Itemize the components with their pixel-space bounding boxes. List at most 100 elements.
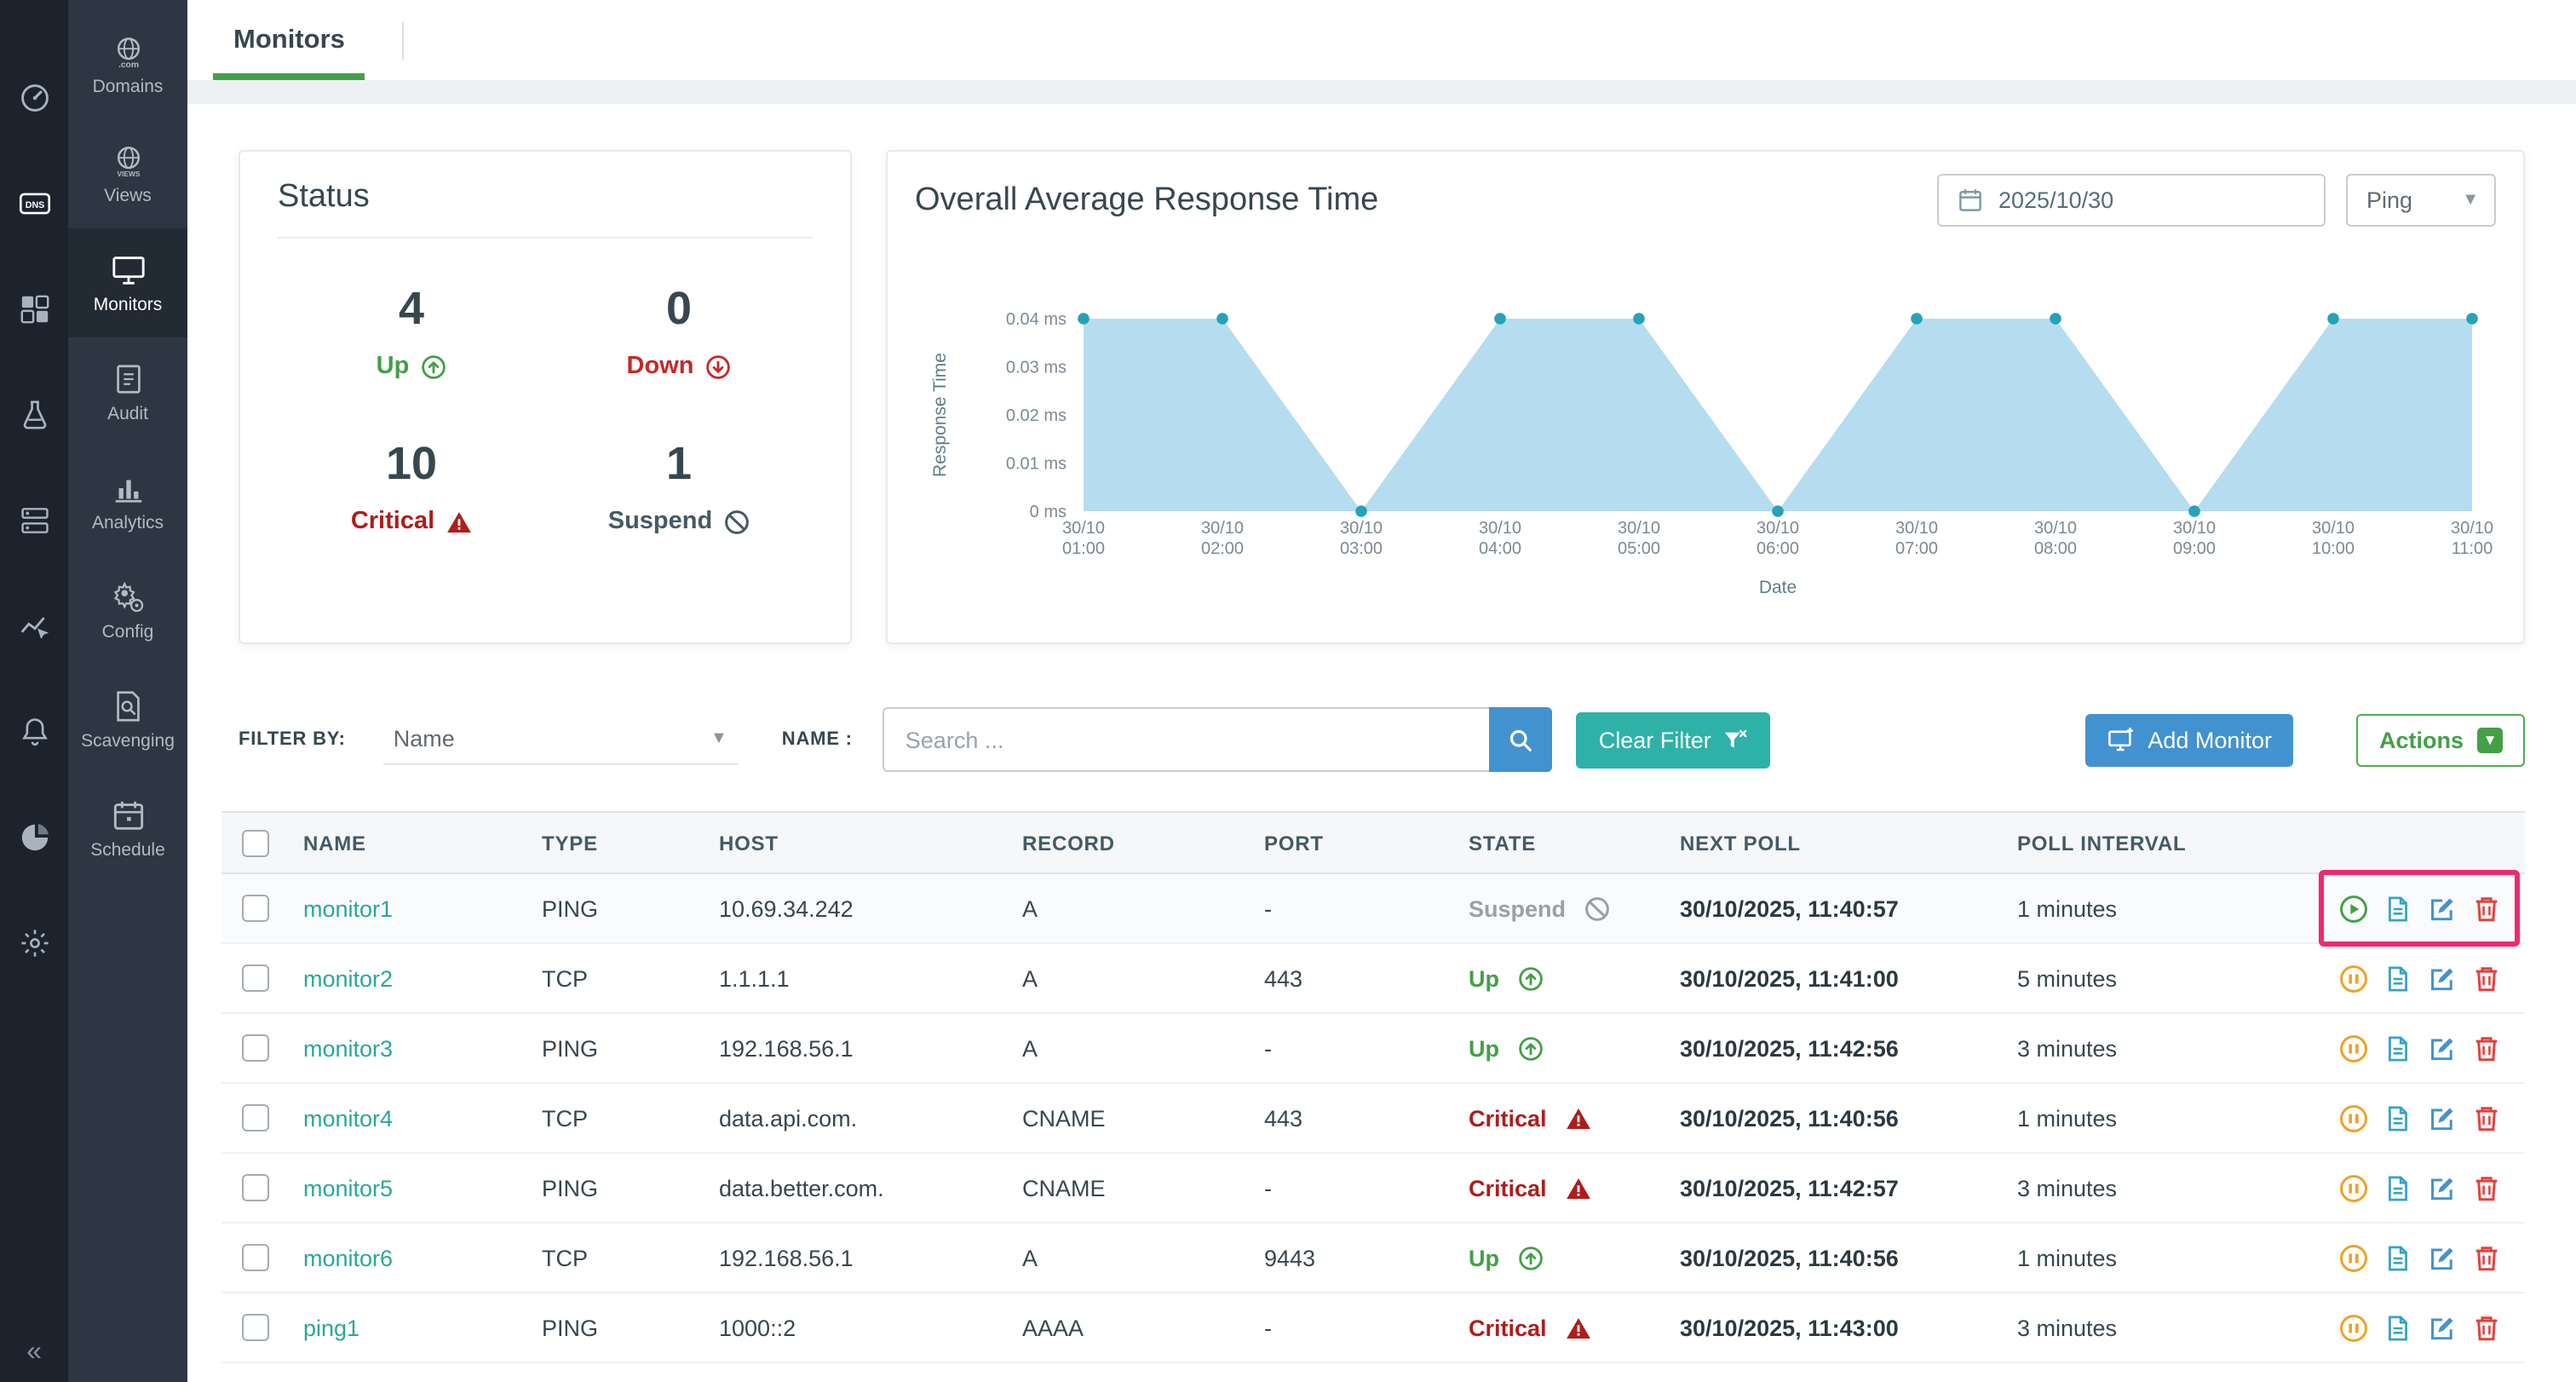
sidebar-item-domains[interactable]: .comDomains <box>68 10 187 119</box>
svg-text:07:00: 07:00 <box>1895 539 1938 558</box>
sidebar-item-scavenging[interactable]: Scavenging <box>68 665 187 774</box>
app-rail: DNS « <box>0 0 68 1382</box>
delete-button[interactable] <box>2472 1103 2501 1132</box>
search-button[interactable] <box>1490 707 1553 772</box>
sidebar-item-audit[interactable]: Audit <box>68 337 187 446</box>
suspend-button[interactable] <box>2339 1313 2368 1342</box>
delete-button[interactable] <box>2472 1313 2501 1342</box>
add-monitor-button[interactable]: Add Monitor <box>2084 713 2294 766</box>
row-checkbox[interactable] <box>242 965 269 992</box>
date-picker[interactable]: 2025/10/30 <box>1937 174 2326 227</box>
row-checkbox[interactable] <box>242 1034 269 1062</box>
svg-text:30/10: 30/10 <box>1479 519 1521 538</box>
suspend-button[interactable] <box>2339 964 2368 993</box>
servers-icon[interactable] <box>18 504 50 537</box>
audit-icon <box>110 360 146 396</box>
sidebar-item-config[interactable]: Config <box>68 556 187 665</box>
status-up: 4Up <box>278 262 545 400</box>
monitor-name-link[interactable]: monitor3 <box>303 1035 542 1061</box>
app-window: DNS « .comDomainsVIEWSViewsMonitorsAudit… <box>0 0 2576 1382</box>
edit-button[interactable] <box>2428 1313 2457 1342</box>
suspend-button[interactable] <box>2339 1103 2368 1132</box>
date-picker-value: 2025/10/30 <box>1998 187 2113 213</box>
filter-field-select[interactable]: Name ▼ <box>383 714 738 765</box>
report-button[interactable] <box>2383 1313 2412 1342</box>
clear-filter-button[interactable]: Clear Filter <box>1577 711 1771 768</box>
row-checkbox[interactable] <box>242 1244 269 1271</box>
metric-select[interactable]: Ping ▼ <box>2346 174 2496 227</box>
flask-icon[interactable] <box>18 399 50 431</box>
report-button[interactable] <box>2383 1243 2412 1272</box>
report-button[interactable] <box>2383 894 2412 923</box>
suspend-button[interactable] <box>2339 1173 2368 1202</box>
pie-icon[interactable] <box>18 821 50 854</box>
select-all-checkbox[interactable] <box>242 829 269 856</box>
status-count-suspend: 1 <box>545 438 813 491</box>
cell-type: TCP <box>542 965 719 991</box>
gauge-icon[interactable] <box>18 82 50 114</box>
svg-text:08:00: 08:00 <box>2034 539 2077 558</box>
sidebar-item-monitors[interactable]: Monitors <box>68 228 187 337</box>
sidebar-item-analytics[interactable]: Analytics <box>68 446 187 556</box>
svg-text:0.03 ms: 0.03 ms <box>1006 359 1067 377</box>
dns-icon[interactable]: DNS <box>18 187 50 220</box>
edit-button[interactable] <box>2428 1103 2457 1132</box>
svg-text:05:00: 05:00 <box>1618 539 1660 558</box>
report-button[interactable] <box>2383 1034 2412 1062</box>
monitor-name-link[interactable]: monitor6 <box>303 1245 542 1270</box>
delete-button[interactable] <box>2472 964 2501 993</box>
status-critical: 10Critical <box>278 417 545 556</box>
status-label-suspend: Suspend <box>545 508 813 535</box>
edit-button[interactable] <box>2428 894 2457 923</box>
row-actions <box>2256 1084 2525 1152</box>
monitor-name-link[interactable]: ping1 <box>303 1315 542 1340</box>
delete-button[interactable] <box>2472 1243 2501 1272</box>
status-label-up: Up <box>278 353 545 380</box>
sidebar-item-label: Views <box>104 185 152 205</box>
row-checkbox[interactable] <box>242 1104 269 1132</box>
delete-button[interactable] <box>2472 1173 2501 1202</box>
monitor-name-link[interactable]: monitor5 <box>303 1175 542 1201</box>
row-checkbox[interactable] <box>242 895 269 922</box>
gear-icon[interactable] <box>18 927 50 959</box>
monitor-name-link[interactable]: monitor1 <box>303 895 542 921</box>
blocks-icon[interactable] <box>18 293 50 325</box>
resume-button[interactable] <box>2339 894 2368 923</box>
sidebar-item-schedule[interactable]: Schedule <box>68 774 187 883</box>
delete-button[interactable] <box>2472 894 2501 923</box>
cell-poll-interval: 5 minutes <box>2017 965 2256 991</box>
delete-button[interactable] <box>2472 1034 2501 1062</box>
sidebar-item-views[interactable]: VIEWS Views <box>68 119 187 228</box>
status-count-down: 0 <box>545 283 813 336</box>
actions-button[interactable]: Actions ▼ <box>2357 713 2525 766</box>
cell-type: PING <box>542 895 719 921</box>
monitor-name-link[interactable]: monitor4 <box>303 1105 542 1131</box>
tab-monitors[interactable]: Monitors <box>216 0 362 80</box>
collapse-sidebar-button[interactable]: « <box>0 1338 68 1368</box>
calendar-icon <box>1958 187 1983 213</box>
cell-poll-interval: 1 minutes <box>2017 1245 2256 1270</box>
search-input[interactable] <box>883 707 1490 772</box>
report-button[interactable] <box>2383 1173 2412 1202</box>
traffic-icon[interactable] <box>18 610 50 642</box>
globe-views-icon: VIEWS <box>110 142 146 178</box>
status-card: Status 4Up 0Down 10Critical 1Suspend <box>239 150 852 644</box>
bell-icon[interactable] <box>18 716 50 748</box>
cell-next-poll: 30/10/2025, 11:43:00 <box>1680 1315 2017 1340</box>
row-checkbox[interactable] <box>242 1174 269 1201</box>
row-checkbox[interactable] <box>242 1314 269 1341</box>
report-button[interactable] <box>2383 964 2412 993</box>
edit-button[interactable] <box>2428 1173 2457 1202</box>
report-button[interactable] <box>2383 1103 2412 1132</box>
svg-text:0.01 ms: 0.01 ms <box>1006 455 1067 474</box>
edit-button[interactable] <box>2428 1243 2457 1272</box>
edit-button[interactable] <box>2428 964 2457 993</box>
topbar: Monitors <box>187 0 2576 80</box>
suspend-button[interactable] <box>2339 1243 2368 1272</box>
critical-icon <box>1566 1175 1591 1201</box>
cell-state: Up <box>1469 1245 1680 1270</box>
monitor-name-link[interactable]: monitor2 <box>303 965 542 991</box>
edit-button[interactable] <box>2428 1034 2457 1062</box>
cell-port: - <box>1264 895 1469 921</box>
suspend-button[interactable] <box>2339 1034 2368 1062</box>
